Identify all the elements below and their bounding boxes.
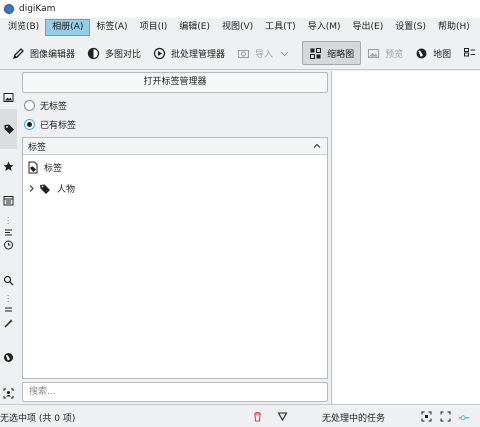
no-tags-option[interactable]: 无标签 bbox=[24, 99, 67, 112]
menu-edit[interactable]: 编辑(E) bbox=[173, 19, 216, 36]
batch-queue-label: 批处理管理器 bbox=[171, 49, 226, 60]
selection-status: 无选中项 (共 0 项) bbox=[0, 414, 76, 424]
filter-icon[interactable] bbox=[276, 410, 288, 422]
digikam-app-icon bbox=[4, 4, 14, 14]
fullscreen-icon[interactable] bbox=[439, 410, 451, 422]
zoom-fit-icon[interactable] bbox=[420, 410, 432, 422]
chevron-right-icon[interactable] bbox=[27, 184, 36, 193]
import-label: 导入 bbox=[255, 49, 274, 60]
open-tag-manager-button[interactable]: 打开标签管理器 bbox=[22, 72, 328, 93]
camera-icon bbox=[237, 49, 250, 58]
star-icon[interactable] bbox=[2, 160, 15, 173]
task-status: 无处理中的任务 bbox=[322, 414, 386, 424]
face-scan-icon[interactable] bbox=[2, 387, 15, 400]
menu-album[interactable]: 相册(A) bbox=[45, 19, 91, 36]
clock-icon[interactable] bbox=[2, 238, 15, 251]
has-tags-option[interactable]: 已有标签 bbox=[24, 118, 76, 131]
import-button[interactable]: 导入 bbox=[231, 41, 296, 65]
left-sidebar-tabs: · · · · · · bbox=[0, 71, 17, 404]
similarity-icon[interactable] bbox=[2, 304, 15, 317]
window-title: digiKam bbox=[19, 4, 56, 14]
chevron-up-icon[interactable] bbox=[312, 141, 322, 151]
map-button[interactable]: 地图 bbox=[409, 41, 457, 65]
main-toolbar: 图像编辑器 多图对比 批处理管理器 导入 缩略图 预览 地图 bbox=[0, 37, 480, 70]
image-editor-label: 图像编辑器 bbox=[30, 49, 76, 60]
tags-tree: 标签 标签 人物 bbox=[22, 137, 328, 379]
has-tags-radio[interactable] bbox=[24, 119, 35, 130]
tags-panel: 打开标签管理器 无标签 已有标签 标签 标签 人物 搜索... bbox=[17, 71, 332, 404]
status-bar: 无选中项 (共 0 项) 无处理中的任务 bbox=[0, 404, 480, 427]
play-circle-icon bbox=[153, 47, 166, 59]
globe-icon bbox=[416, 48, 427, 58]
preview-label: 预览 bbox=[385, 49, 404, 60]
people-tag-label: 人物 bbox=[57, 185, 76, 195]
albums-tab-icon[interactable] bbox=[2, 91, 15, 104]
menu-help[interactable]: 帮助(H) bbox=[432, 19, 476, 36]
pencil-icon bbox=[12, 47, 24, 59]
no-tags-label: 无标签 bbox=[40, 102, 68, 112]
tags-tab-icon[interactable] bbox=[0, 109, 17, 149]
tag-icon bbox=[40, 184, 50, 194]
thumbnails-button[interactable]: 缩略图 bbox=[302, 41, 362, 65]
menu-view[interactable]: 视图(V) bbox=[216, 19, 259, 36]
thumbnails-label: 缩略图 bbox=[327, 49, 355, 60]
image-icon bbox=[368, 48, 380, 58]
title-bar: digiKam bbox=[0, 0, 480, 18]
thumbnail-view-area[interactable] bbox=[333, 71, 480, 404]
map-label: 地图 bbox=[433, 49, 452, 60]
search-icon[interactable] bbox=[2, 274, 15, 287]
menu-import[interactable]: 导入(M) bbox=[302, 19, 347, 36]
zoom-slider-icon[interactable] bbox=[458, 410, 470, 422]
calendar-icon[interactable] bbox=[2, 194, 15, 207]
trash-icon[interactable] bbox=[251, 410, 263, 422]
menu-bar: 浏览(B) 相册(A) 标签(A) 项目(I) 编辑(E) 视图(V) 工具(T… bbox=[0, 18, 480, 37]
contrast-circle-icon bbox=[87, 47, 100, 59]
tree-header-label: 标签 bbox=[28, 142, 47, 153]
menu-item[interactable]: 项目(I) bbox=[134, 19, 174, 36]
batch-queue-button[interactable]: 批处理管理器 bbox=[147, 41, 231, 65]
menu-tools[interactable]: 工具(T) bbox=[259, 19, 302, 36]
preview-button[interactable]: 预览 bbox=[361, 41, 409, 65]
table-view-button[interactable] bbox=[457, 41, 480, 65]
compare-button[interactable]: 多图对比 bbox=[81, 41, 147, 65]
root-tag-label: 标签 bbox=[44, 164, 63, 174]
image-editor-button[interactable]: 图像编辑器 bbox=[6, 41, 81, 65]
magic-wand-icon[interactable] bbox=[2, 317, 15, 330]
no-tags-radio[interactable] bbox=[24, 100, 35, 111]
has-tags-label: 已有标签 bbox=[40, 121, 77, 131]
tree-header[interactable]: 标签 bbox=[23, 138, 327, 155]
tag-search-input[interactable]: 搜索... bbox=[22, 382, 328, 402]
menu-tag[interactable]: 标签(A) bbox=[90, 19, 133, 36]
table-icon bbox=[464, 47, 476, 56]
globe-tab-icon[interactable] bbox=[2, 351, 15, 364]
compare-label: 多图对比 bbox=[105, 49, 142, 60]
more-dots-icon: · · · bbox=[7, 214, 10, 228]
chevron-down-icon bbox=[280, 51, 289, 56]
menu-browse[interactable]: 浏览(B) bbox=[2, 19, 45, 36]
grid-icon bbox=[310, 47, 322, 59]
menu-settings[interactable]: 设置(S) bbox=[389, 19, 432, 36]
menu-export[interactable]: 导出(E) bbox=[347, 19, 390, 36]
new-tag-document-icon bbox=[28, 161, 38, 174]
tree-row-root[interactable]: 标签 bbox=[27, 161, 62, 174]
tree-row-people[interactable]: 人物 bbox=[27, 182, 75, 195]
more-dots-icon-2: · · · bbox=[7, 292, 10, 306]
